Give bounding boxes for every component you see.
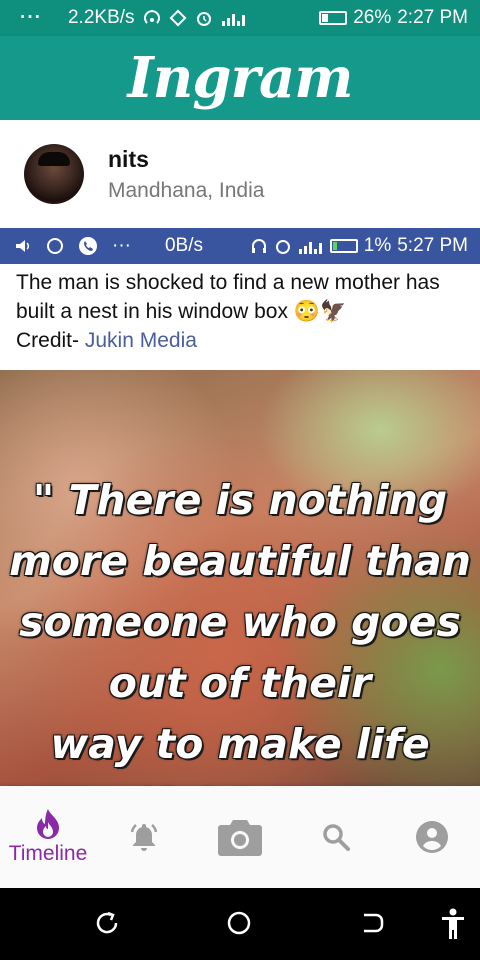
search-icon (323, 824, 350, 851)
signal-icon (221, 14, 245, 26)
clock: 5:27 PM (397, 235, 468, 256)
network-speed: 2.2KB/s (67, 7, 135, 28)
nav-notifications[interactable] (96, 786, 192, 888)
camera-icon (218, 820, 262, 856)
quote-line: someone who goes (19, 598, 461, 646)
battery-icon (319, 11, 348, 25)
post-image[interactable]: " There is nothing more beautiful than s… (0, 370, 480, 786)
bottom-nav: Timeline (0, 786, 480, 888)
alarm-icon (196, 12, 211, 26)
back-icon[interactable] (360, 910, 386, 936)
quote-line: " There is nothing (32, 476, 448, 524)
headset-icon (251, 239, 266, 253)
battery-percent: 26% (353, 7, 392, 28)
post-caption: The man is shocked to find a new mother … (16, 268, 468, 355)
bell-icon (130, 824, 158, 851)
clock: 2:27 PM (397, 7, 468, 28)
quote-line: more beautiful than (9, 537, 471, 585)
nav-timeline[interactable]: Timeline (0, 786, 96, 888)
accessibility-icon[interactable] (440, 908, 466, 940)
user-name[interactable]: nits (108, 146, 264, 173)
chat-icon (47, 238, 63, 254)
notification-dots: ··· (20, 7, 42, 28)
volume-icon (16, 240, 30, 252)
post-screenshot-status-bar: ··· 0B/s 1% 5:27 PM (0, 228, 480, 264)
hotspot-icon (143, 10, 160, 24)
alarm-icon (275, 240, 290, 254)
system-nav-bar (0, 888, 480, 960)
quote-line: way to make life (50, 720, 430, 768)
account-icon (416, 821, 448, 853)
battery-percent: 1% (363, 235, 392, 256)
status-right: 26% 2:27 PM (319, 7, 468, 29)
signal-icon (298, 242, 322, 254)
nav-camera[interactable] (192, 786, 288, 888)
nav-profile[interactable] (384, 786, 480, 888)
quote-line: out of their (108, 659, 372, 707)
phone-icon (79, 237, 97, 255)
quote-line: beautiful for others" (0, 775, 480, 786)
battery-icon (329, 239, 358, 253)
recents-icon[interactable] (94, 910, 120, 936)
credit-link[interactable]: Jukin Media (85, 329, 197, 352)
network-speed: 0B/s (164, 235, 204, 256)
avatar[interactable] (24, 144, 84, 204)
caption-text: The man is shocked to find a new mother … (16, 271, 440, 323)
credit-prefix: Credit- (16, 329, 85, 352)
post-header[interactable]: nits Mandhana, India (0, 120, 480, 228)
quote-text: " There is nothing more beautiful than s… (0, 470, 480, 786)
user-location: Mandhana, India (108, 178, 265, 202)
status-bar: ··· 2.2KB/s 26% 2:27 PM (0, 0, 480, 36)
home-icon[interactable] (226, 910, 252, 936)
nav-search[interactable] (288, 786, 384, 888)
nav-timeline-label: Timeline (8, 842, 88, 865)
rotate-icon (169, 9, 187, 27)
app-logo: Ingram (127, 45, 353, 111)
status-icons (143, 9, 247, 27)
app-bar: Ingram (0, 36, 480, 120)
notification-dots: ··· (112, 235, 131, 256)
flame-icon (37, 809, 59, 839)
